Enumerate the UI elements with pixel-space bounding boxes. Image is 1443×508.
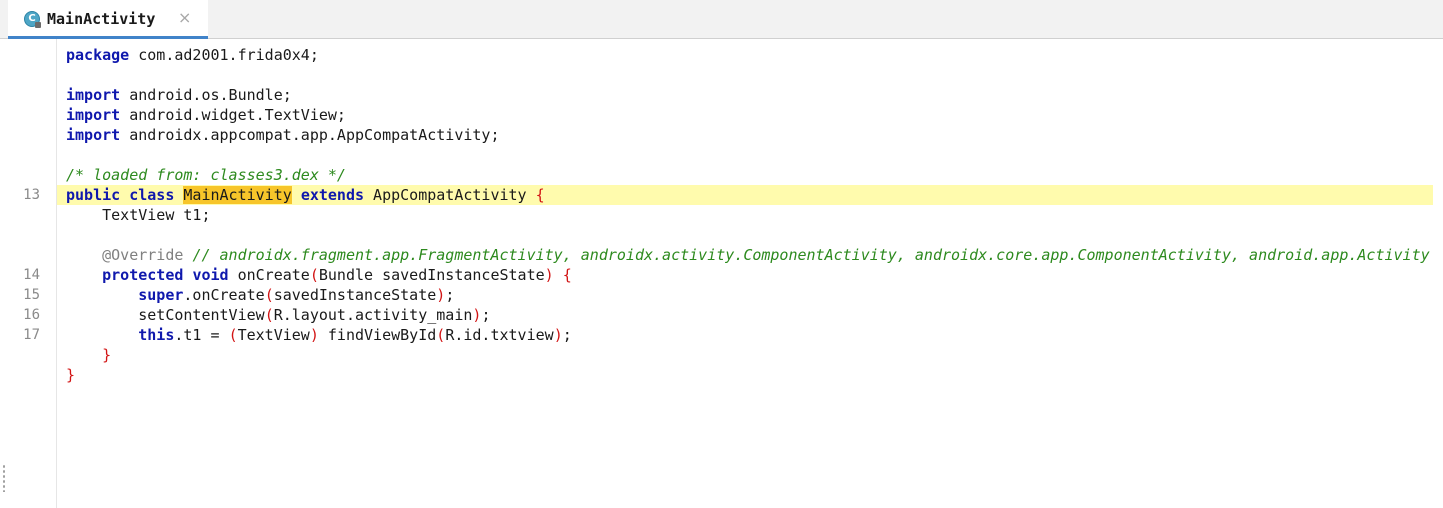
code-line[interactable]: } xyxy=(57,365,1433,385)
code-editor[interactable]: package com.ad2001.frida0x4; import andro… xyxy=(57,0,1443,508)
drag-handle-icon[interactable] xyxy=(2,464,6,492)
code-line-content: } xyxy=(66,366,75,384)
code-token: com.ad2001.frida0x4; xyxy=(129,46,319,64)
code-token: /* loaded from: classes3.dex */ xyxy=(66,166,346,184)
code-line-content: package com.ad2001.frida0x4; xyxy=(66,46,319,64)
class-icon: C xyxy=(24,11,41,28)
code-line[interactable]: @Override // androidx.fragment.app.Fragm… xyxy=(57,245,1433,265)
code-token: ) xyxy=(553,326,563,344)
code-token: import xyxy=(66,106,121,124)
code-token: TextView xyxy=(237,326,310,344)
code-line-content: public class MainActivity extends AppCom… xyxy=(66,186,545,204)
code-token: { xyxy=(535,186,545,204)
code-token: @Override xyxy=(102,246,184,264)
code-line[interactable]: } xyxy=(57,345,1433,365)
code-line[interactable]: super.onCreate(savedInstanceState); xyxy=(57,285,1433,305)
code-token: // androidx.fragment.app.FragmentActivit… xyxy=(192,246,1430,264)
code-token: class xyxy=(129,186,175,204)
code-token: R.layout.activity_main xyxy=(273,306,473,324)
code-token: } xyxy=(102,346,112,364)
code-token: ( xyxy=(228,326,238,344)
code-token: import xyxy=(66,126,121,144)
code-token: findViewById xyxy=(318,326,437,344)
code-line-content: protected void onCreate(Bundle savedInst… xyxy=(66,266,572,284)
code-token: Bundle savedInstanceState xyxy=(318,266,545,284)
code-token: package xyxy=(66,46,130,64)
code-line[interactable]: /* loaded from: classes3.dex */ xyxy=(57,165,1433,185)
code-line[interactable]: import android.os.Bundle; xyxy=(57,85,1433,105)
code-token: onCreate xyxy=(228,266,310,284)
code-token: .onCreate xyxy=(183,286,265,304)
code-line-content: super.onCreate(savedInstanceState); xyxy=(66,286,454,304)
code-line[interactable]: setContentView(R.layout.activity_main); xyxy=(57,305,1433,325)
code-token: protected xyxy=(102,266,184,284)
code-token: R.id.txtview xyxy=(445,326,554,344)
line-number: 15 xyxy=(23,287,40,303)
code-line[interactable]: protected void onCreate(Bundle savedInst… xyxy=(57,265,1433,285)
code-token: ( xyxy=(436,326,446,344)
code-token: ( xyxy=(264,286,274,304)
code-line-content: } xyxy=(66,346,111,364)
line-number: 16 xyxy=(23,307,40,323)
code-token: ; xyxy=(562,326,572,344)
code-token: ; xyxy=(481,306,491,324)
code-line[interactable] xyxy=(57,145,1433,165)
code-token: android.widget.TextView; xyxy=(120,106,346,124)
code-token: ; xyxy=(445,286,455,304)
code-token: } xyxy=(66,366,76,384)
code-token: void xyxy=(192,266,229,284)
code-token: extends xyxy=(300,186,365,204)
code-line-content: this.t1 = (TextView) findViewById(R.id.t… xyxy=(66,326,572,344)
search-match: MainActivity xyxy=(183,186,292,204)
code-token: setContentView xyxy=(66,306,265,324)
code-line[interactable]: TextView t1; xyxy=(57,205,1433,225)
code-line-content: setContentView(R.layout.activity_main); xyxy=(66,306,490,324)
code-line-content: import androidx.appcompat.app.AppCompatA… xyxy=(66,126,499,144)
lock-badge-icon xyxy=(35,22,41,28)
current-code-line[interactable]: public class MainActivity extends AppCom… xyxy=(57,185,1433,205)
code-token: { xyxy=(562,266,572,284)
code-token: this xyxy=(138,326,175,344)
code-token: savedInstanceState xyxy=(273,286,437,304)
code-line[interactable] xyxy=(57,225,1433,245)
code-line[interactable]: package com.ad2001.frida0x4; xyxy=(57,45,1433,65)
code-token: ) xyxy=(436,286,446,304)
code-line-content: @Override // androidx.fragment.app.Fragm… xyxy=(66,246,1430,264)
code-line[interactable]: this.t1 = (TextView) findViewById(R.id.t… xyxy=(57,325,1433,345)
code-token: android.os.Bundle; xyxy=(120,86,292,104)
code-line-content: import android.os.Bundle; xyxy=(66,86,292,104)
code-line[interactable]: import androidx.appcompat.app.AppCompatA… xyxy=(57,125,1433,145)
line-number: 17 xyxy=(23,327,40,343)
code-token: ( xyxy=(264,306,274,324)
line-number: 14 xyxy=(23,267,40,283)
code-token: import xyxy=(66,86,121,104)
code-line-content: import android.widget.TextView; xyxy=(66,106,346,124)
code-token: ( xyxy=(309,266,319,284)
code-token: TextView t1; xyxy=(66,206,211,224)
code-line[interactable]: import android.widget.TextView; xyxy=(57,105,1433,125)
code-token: super xyxy=(138,286,184,304)
code-token: .t1 = xyxy=(174,326,229,344)
code-token: ) xyxy=(544,266,554,284)
code-token: ) xyxy=(309,326,319,344)
code-line[interactable] xyxy=(57,65,1433,85)
code-line-content: TextView t1; xyxy=(66,206,211,224)
code-token: AppCompatActivity xyxy=(364,186,536,204)
line-number: 13 xyxy=(23,187,40,203)
code-token: public xyxy=(66,186,121,204)
code-token: androidx.appcompat.app.AppCompatActivity… xyxy=(120,126,500,144)
code-line-content: /* loaded from: classes3.dex */ xyxy=(66,166,346,184)
